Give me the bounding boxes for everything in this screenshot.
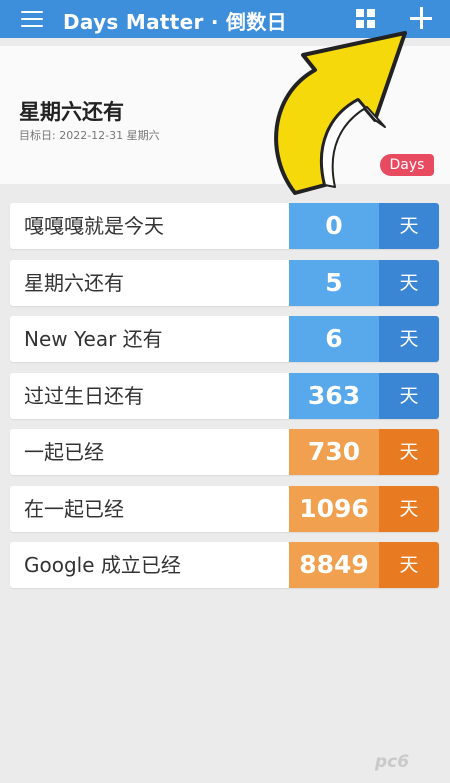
event-name: 在一起已经 [24,496,124,521]
event-row[interactable]: New Year 还有 6 天 [10,316,439,362]
event-name: 一起已经 [24,440,104,464]
event-days-unit: 天 [379,259,439,306]
event-row[interactable]: Google 成立已经 8849 天 [10,542,439,588]
event-row[interactable]: 过过生日还有 363 天 [10,372,439,419]
event-row[interactable]: 星期六还有 5 天 [10,259,439,306]
event-days-unit: 天 [379,485,439,532]
event-days-count: 363 [289,372,379,419]
event-days-count: 8849 [289,542,379,588]
event-days-count: 730 [289,429,379,475]
event-row[interactable]: 在一起已经 1096 天 [10,485,439,532]
event-days-count: 6 [289,316,379,362]
event-name: 过过生日还有 [24,383,144,408]
event-row[interactable]: 嘎嘎嘎就是今天 0 天 [10,203,439,249]
event-days-unit: 天 [379,203,439,249]
event-days-unit: 天 [379,372,439,419]
event-days-count: 0 [289,203,379,249]
event-days-count: 1096 [289,485,379,532]
pointing-arrow-icon [274,31,407,195]
event-name: 嘎嘎嘎就是今天 [24,214,164,238]
event-list: 嘎嘎嘎就是今天 0 天 星期六还有 5 天 New Year 还有 6 天 过过… [10,203,439,599]
event-name: 星期六还有 [24,270,124,295]
event-days-count: 5 [289,259,379,306]
event-days-unit: 天 [379,316,439,362]
event-days-unit: 天 [379,429,439,475]
event-row[interactable]: 一起已经 730 天 [10,429,439,475]
app-title: Days Matter · 倒数日 [63,10,287,34]
featured-event-target-date: 目标日: 2022-12-31 星期六 [19,129,160,142]
event-name: New Year 还有 [24,327,163,351]
watermark: pc6 [375,752,410,772]
featured-event-title: 星期六还有 [19,100,124,124]
hamburger-menu-icon[interactable] [21,11,43,27]
event-days-unit: 天 [379,542,439,588]
event-name: Google 成立已经 [24,553,181,577]
